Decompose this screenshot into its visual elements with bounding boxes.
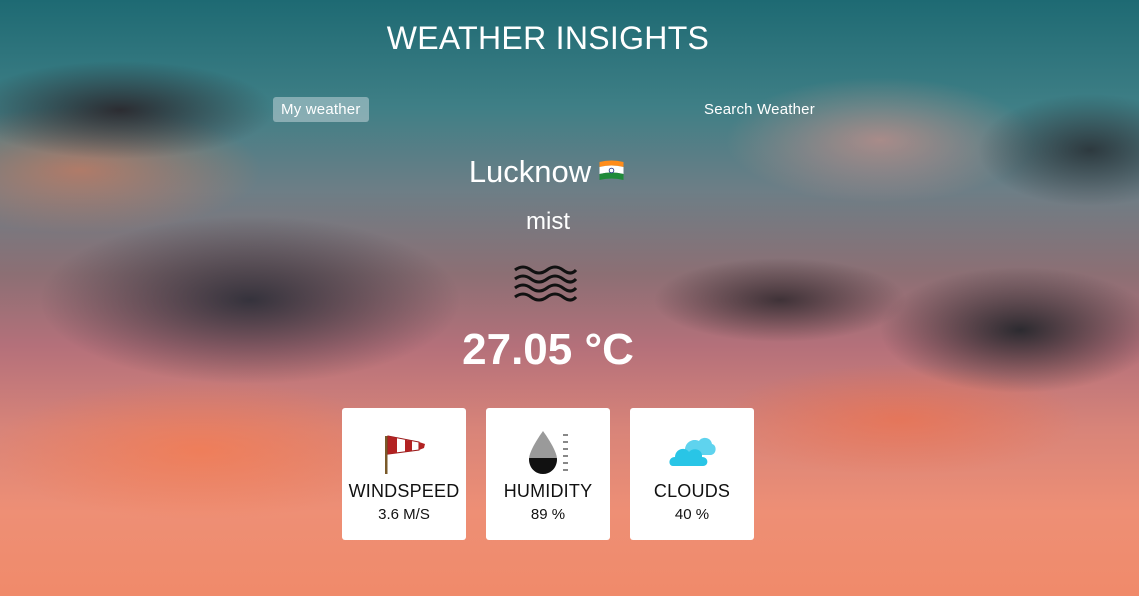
app-title: WEATHER INSIGHTS bbox=[386, 20, 710, 56]
india-flag-icon bbox=[599, 160, 624, 180]
humidity-icon bbox=[529, 431, 568, 474]
windsock-icon bbox=[385, 435, 425, 474]
clouds-value: 40 % bbox=[674, 506, 710, 523]
city-name: Lucknow bbox=[468, 154, 592, 189]
clouds-card: CLOUDS 40 % bbox=[630, 408, 754, 540]
weather-description: mist bbox=[526, 208, 570, 235]
city-heading: Lucknow bbox=[0, 154, 1096, 190]
humidity-label: HUMIDITY bbox=[503, 481, 593, 501]
my-weather-tab[interactable]: My weather bbox=[273, 97, 369, 122]
search-weather-tab[interactable]: Search Weather bbox=[696, 97, 823, 122]
cloud-icon bbox=[669, 437, 716, 466]
weather-app: WEATHER INSIGHTS My weather Search Weath… bbox=[0, 0, 1139, 596]
windspeed-value: 3.6 M/S bbox=[378, 506, 430, 523]
mist-icon bbox=[514, 265, 578, 302]
windspeed-label: WINDSPEED bbox=[348, 481, 460, 501]
humidity-value: 89 % bbox=[530, 506, 566, 523]
clouds-label: CLOUDS bbox=[653, 481, 731, 501]
humidity-card: HUMIDITY 89 % bbox=[486, 408, 610, 540]
windspeed-card: WINDSPEED 3.6 M/S bbox=[342, 408, 466, 540]
temperature: 27.05 °C bbox=[462, 325, 634, 374]
